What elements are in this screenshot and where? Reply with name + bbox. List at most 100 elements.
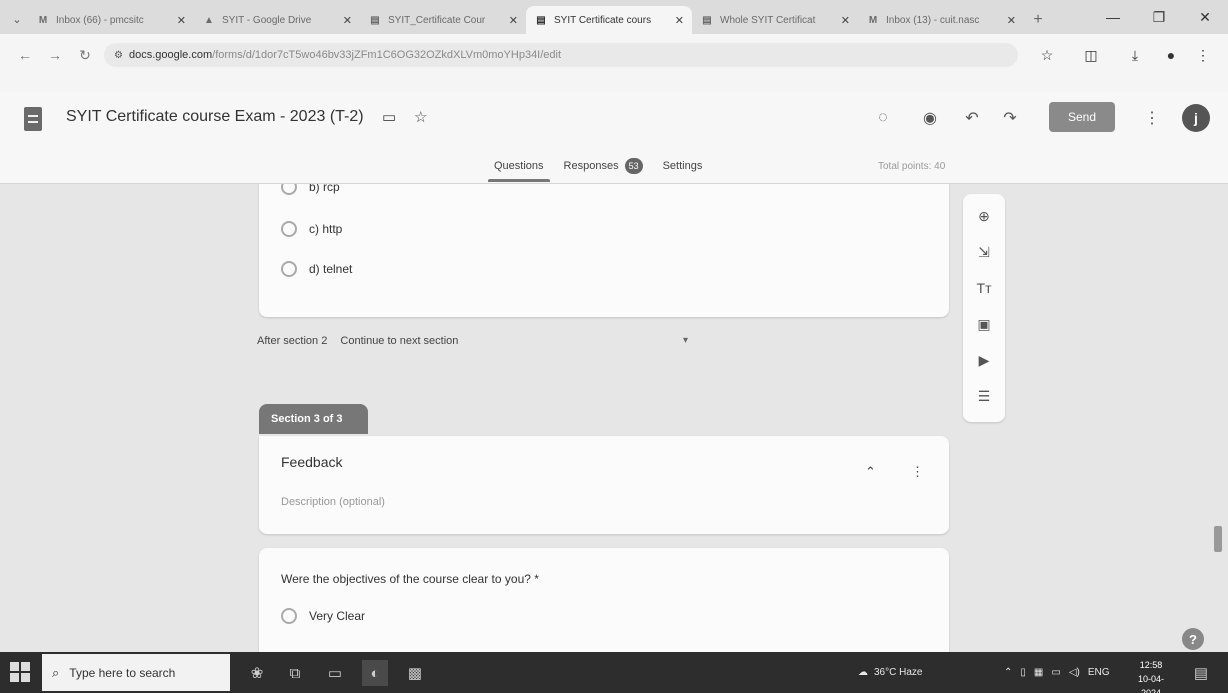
option-row[interactable]: b) rcp bbox=[281, 184, 340, 195]
palette-icon[interactable]: ◌ bbox=[871, 106, 895, 130]
move-to-folder-icon[interactable]: ▭ bbox=[382, 108, 396, 126]
avatar[interactable]: j bbox=[1182, 104, 1210, 132]
add-section-icon[interactable]: ☰ bbox=[974, 386, 994, 406]
after-section-navigation[interactable]: After section 2 Continue to next section bbox=[257, 335, 458, 347]
undo-icon[interactable]: ↶ bbox=[960, 106, 984, 130]
tab-settings-label: Settings bbox=[662, 160, 703, 172]
back-arrow-icon[interactable]: ← bbox=[14, 44, 36, 66]
question-title[interactable]: Were the objectives of the course clear … bbox=[281, 572, 539, 586]
option-row[interactable]: d) telnet bbox=[281, 261, 352, 277]
browser-tab-strip: ⌄ M Inbox (66) - pmcsitc ✕ ▲ SYIT - Goog… bbox=[0, 0, 1228, 34]
close-window-icon[interactable]: ✕ bbox=[1182, 0, 1228, 34]
option-row[interactable]: c) http bbox=[281, 221, 342, 237]
section-description-field[interactable]: Description (optional) bbox=[281, 496, 385, 508]
radio-button[interactable] bbox=[281, 184, 297, 195]
tab-search-icon[interactable]: ⌄ bbox=[6, 4, 28, 34]
help-icon[interactable]: ? bbox=[1182, 628, 1204, 650]
battery-icon[interactable]: ▯ bbox=[1020, 667, 1026, 678]
option-label: Very Clear bbox=[309, 609, 366, 623]
search-icon: ⌕ bbox=[52, 664, 60, 680]
question-card[interactable]: Were the objectives of the course clear … bbox=[259, 548, 949, 652]
tab-settings[interactable]: Settings bbox=[653, 158, 713, 182]
network-icon[interactable]: ▦ bbox=[1034, 667, 1043, 678]
file-explorer-icon[interactable]: ▭ bbox=[322, 660, 348, 686]
option-row[interactable]: Very Clear bbox=[281, 608, 365, 624]
radio-button[interactable] bbox=[281, 608, 297, 624]
star-icon[interactable]: ☆ bbox=[414, 108, 427, 126]
weather-icon: ☁ bbox=[858, 667, 868, 678]
radio-button[interactable] bbox=[281, 261, 297, 277]
responses-count-badge: 53 bbox=[624, 158, 643, 174]
forms-logo-icon[interactable] bbox=[24, 107, 42, 131]
display-icon[interactable]: ▭ bbox=[1051, 667, 1060, 678]
taskbar-search-input[interactable]: ⌕ Type here to search bbox=[42, 654, 230, 691]
browser-tab[interactable]: ▤ SYIT_Certificate Cour ✕ bbox=[360, 6, 526, 34]
chrome-menu-icon[interactable]: ⋮ bbox=[1192, 44, 1214, 66]
dropdown-arrow-icon[interactable]: ▾ bbox=[683, 335, 688, 346]
cortana-icon[interactable]: ❀ bbox=[244, 660, 270, 686]
windows-start-icon[interactable] bbox=[10, 662, 30, 682]
send-button[interactable]: Send bbox=[1049, 102, 1115, 132]
after-section-label: After section 2 bbox=[257, 335, 328, 347]
import-questions-icon[interactable]: ⇲ bbox=[974, 242, 994, 262]
tray-chevron-icon[interactable]: ⌃ bbox=[1004, 667, 1012, 678]
minimize-icon[interactable]: — bbox=[1090, 0, 1136, 34]
section-more-icon[interactable]: ⋮ bbox=[911, 464, 924, 480]
new-tab-button[interactable]: + bbox=[1024, 6, 1052, 34]
taskbar-search-placeholder: Type here to search bbox=[69, 665, 176, 680]
tab-responses[interactable]: Responses 53 bbox=[554, 158, 653, 182]
clock-time: 12:58 bbox=[1139, 660, 1163, 670]
radio-button[interactable] bbox=[281, 221, 297, 237]
browser-tab[interactable]: ▤ Whole SYIT Certificat ✕ bbox=[692, 6, 858, 34]
form-title[interactable]: SYIT Certificate course Exam - 2023 (T-2… bbox=[66, 108, 364, 126]
volume-icon[interactable]: ◁) bbox=[1069, 667, 1080, 678]
close-tab-icon[interactable]: ✕ bbox=[841, 14, 850, 27]
preview-eye-icon[interactable]: ◉ bbox=[918, 106, 942, 130]
section-title[interactable]: Feedback bbox=[281, 454, 342, 470]
floating-toolbar: ⊕ ⇲ Tт ▣ ▶ ☰ bbox=[963, 194, 1005, 422]
question-card[interactable]: b) rcp c) http d) telnet bbox=[259, 184, 949, 317]
profile-icon[interactable]: ● bbox=[1160, 44, 1182, 66]
close-tab-icon[interactable]: ✕ bbox=[343, 14, 352, 27]
redo-icon[interactable]: ↷ bbox=[998, 106, 1022, 130]
forms-icon: ▤ bbox=[702, 14, 712, 26]
tab-title: Inbox (13) - cuit.nasc bbox=[886, 14, 980, 26]
scrollbar-thumb[interactable] bbox=[1214, 526, 1222, 552]
browser-tab[interactable]: M Inbox (66) - pmcsitc ✕ bbox=[28, 6, 194, 34]
option-label: d) telnet bbox=[309, 262, 353, 276]
add-title-icon[interactable]: Tт bbox=[974, 278, 994, 298]
browser-tab-active[interactable]: ▤ SYIT Certificate cours ✕ bbox=[526, 6, 692, 34]
url-input[interactable]: ⚙ docs.google.com/forms/d/1dor7cT5wo46bv… bbox=[104, 43, 1018, 67]
task-view-icon[interactable]: ⧉ bbox=[282, 660, 308, 686]
tab-responses-label: Responses bbox=[563, 160, 619, 172]
language-indicator[interactable]: ENG bbox=[1088, 667, 1110, 678]
bookmark-star-icon[interactable]: ☆ bbox=[1036, 44, 1058, 66]
site-info-icon[interactable]: ⚙ bbox=[114, 50, 123, 61]
weather-widget[interactable]: ☁ 36°C Haze bbox=[858, 652, 922, 693]
reload-icon[interactable]: ↻ bbox=[74, 44, 96, 66]
section-header-card[interactable]: Feedback Description (optional) ⌃ ⋮ bbox=[259, 436, 949, 534]
forward-arrow-icon[interactable]: → bbox=[44, 44, 66, 66]
browser-tab[interactable]: ▲ SYIT - Google Drive ✕ bbox=[194, 6, 360, 34]
system-tray: ⌃ ▯ ▦ ▭ ◁) ENG bbox=[1004, 652, 1110, 693]
add-image-icon[interactable]: ▣ bbox=[974, 314, 994, 334]
notifications-icon[interactable]: ▤ bbox=[1188, 660, 1214, 686]
close-tab-icon[interactable]: ✕ bbox=[509, 14, 518, 27]
extensions-icon[interactable]: ◫ bbox=[1080, 44, 1102, 66]
section-badge: Section 3 of 3 bbox=[259, 404, 368, 434]
download-icon[interactable]: ⤓ bbox=[1124, 44, 1146, 66]
collapse-section-icon[interactable]: ⌃ bbox=[865, 464, 876, 480]
app-taskbar-icon[interactable]: ▩ bbox=[402, 660, 428, 686]
tab-questions[interactable]: Questions bbox=[484, 158, 554, 182]
close-tab-icon[interactable]: ✕ bbox=[177, 14, 186, 27]
chrome-taskbar-icon[interactable]: ◐ bbox=[362, 660, 388, 686]
add-video-icon[interactable]: ▶ bbox=[974, 350, 994, 370]
close-tab-icon[interactable]: ✕ bbox=[1007, 14, 1016, 27]
restore-icon[interactable]: ❐ bbox=[1136, 0, 1182, 34]
taskbar-clock[interactable]: 12:58 10-04-2024 bbox=[1130, 658, 1172, 693]
more-options-icon[interactable]: ⋮ bbox=[1140, 106, 1164, 130]
browser-tab[interactable]: M Inbox (13) - cuit.nasc ✕ bbox=[858, 6, 1024, 34]
close-tab-icon[interactable]: ✕ bbox=[675, 14, 684, 27]
address-bar: ← → ↻ ⚙ docs.google.com/forms/d/1dor7cT5… bbox=[0, 34, 1228, 92]
add-question-icon[interactable]: ⊕ bbox=[974, 206, 994, 226]
